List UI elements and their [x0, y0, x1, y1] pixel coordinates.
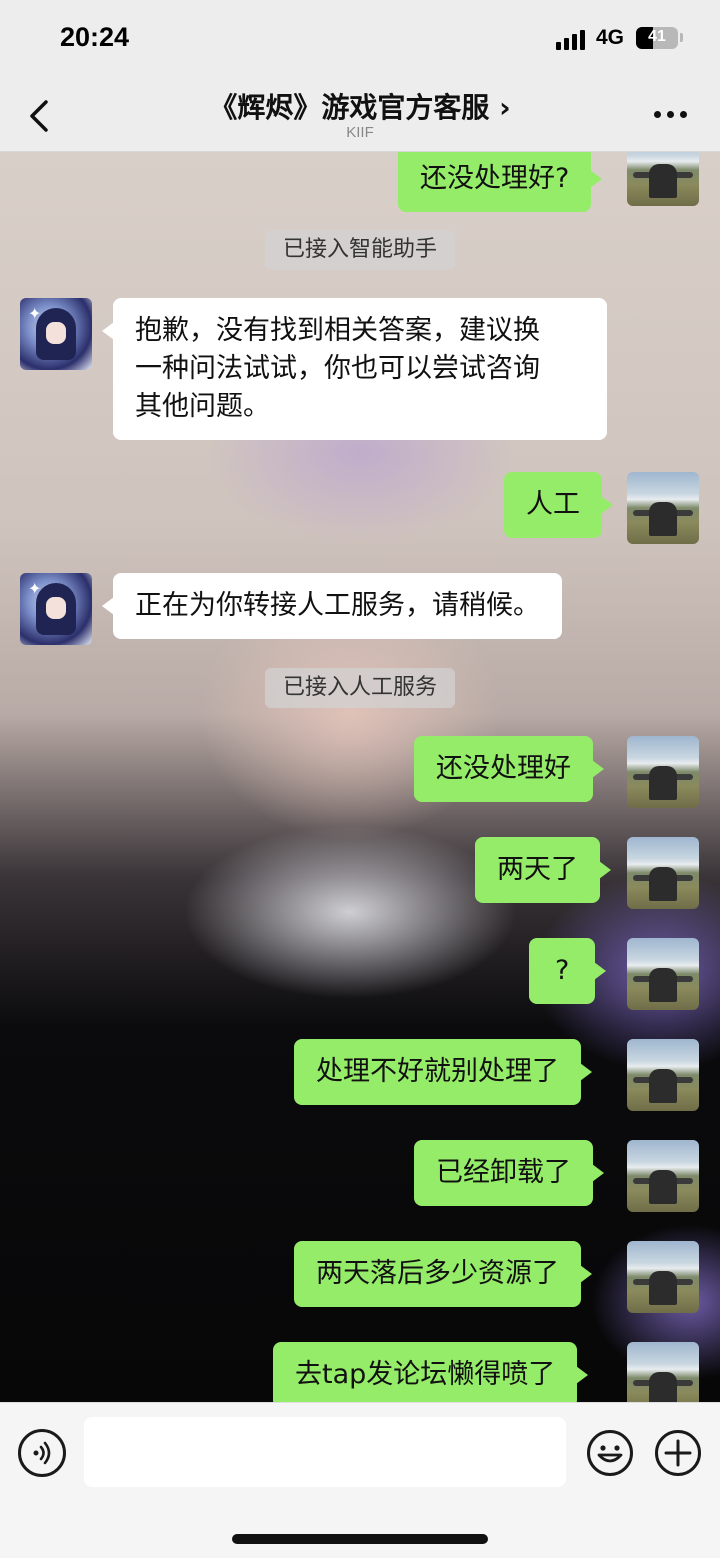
message-input[interactable]	[84, 1417, 566, 1487]
outgoing-message[interactable]: ?	[529, 938, 607, 1004]
outgoing-message[interactable]: 处理不好就别处理了	[294, 1039, 592, 1105]
system-notice-text: 已接入智能助手	[264, 230, 455, 270]
my-avatar[interactable]	[627, 938, 699, 1010]
signal-icon	[556, 28, 588, 50]
battery-tip	[680, 33, 683, 42]
more-dots-icon	[654, 111, 661, 118]
my-avatar[interactable]	[627, 736, 699, 808]
system-notice-text: 已接入人工服务	[264, 668, 455, 708]
chat-subtitle: KIIF	[346, 124, 374, 141]
service-avatar[interactable]: ✦	[20, 298, 92, 370]
plus-icon	[655, 1430, 701, 1476]
message-line: 一种问法试试，你也可以尝试咨询	[135, 353, 540, 384]
chat-header: 《辉烬》游戏官方客服 › KIIF	[0, 80, 720, 152]
network-type: 4G	[596, 26, 625, 49]
message-line: 其他问题。	[135, 391, 270, 422]
status-bar: 20:24 4G 41	[0, 0, 720, 80]
my-avatar[interactable]	[627, 1241, 699, 1313]
battery-level: 41	[648, 28, 666, 45]
system-notice: 已接入人工服务	[0, 668, 720, 708]
more-actions-button[interactable]	[654, 1429, 702, 1477]
outgoing-message[interactable]: 已经卸载了	[414, 1140, 604, 1206]
outgoing-message[interactable]: 人工	[504, 472, 613, 538]
battery-icon: 41	[636, 27, 678, 49]
outgoing-message[interactable]: 去tap发论坛懒得喷了	[273, 1342, 589, 1402]
outgoing-message[interactable]: 两天了	[475, 837, 611, 903]
message-line: 抱歉，没有找到相关答案，建议换	[135, 315, 540, 346]
my-avatar[interactable]	[627, 472, 699, 544]
incoming-message[interactable]: 正在为你转接人工服务，请稍候。	[102, 573, 562, 639]
system-notice: 已接入智能助手	[0, 230, 720, 270]
emoji-button[interactable]	[586, 1429, 634, 1477]
status-time: 20:24	[60, 22, 130, 52]
my-avatar[interactable]	[627, 152, 699, 206]
message-list[interactable]: 还没处理好? 已接入智能助手 ✦ 抱歉，没有找到相关答案，建议换 一种问法试试，…	[0, 152, 720, 1402]
service-avatar[interactable]: ✦	[20, 573, 92, 645]
voice-icon	[33, 1441, 51, 1465]
my-avatar[interactable]	[627, 837, 699, 909]
chat-title[interactable]: 《辉烬》游戏官方客服 ›	[0, 86, 720, 126]
emoji-icon	[587, 1430, 633, 1476]
voice-button[interactable]	[18, 1429, 66, 1477]
more-button[interactable]	[650, 108, 690, 122]
outgoing-message[interactable]: 还没处理好	[414, 736, 604, 802]
my-avatar[interactable]	[627, 1140, 699, 1212]
home-indicator[interactable]	[232, 1534, 488, 1544]
my-avatar[interactable]	[627, 1342, 699, 1402]
message-line: 正在为你转接人工服务，请稍候。	[135, 590, 540, 621]
outgoing-message[interactable]: 两天落后多少资源了	[294, 1241, 592, 1307]
outgoing-message[interactable]: 还没处理好?	[398, 152, 603, 212]
my-avatar[interactable]	[627, 1039, 699, 1111]
incoming-message[interactable]: 抱歉，没有找到相关答案，建议换 一种问法试试，你也可以尝试咨询 其他问题。	[102, 298, 607, 440]
